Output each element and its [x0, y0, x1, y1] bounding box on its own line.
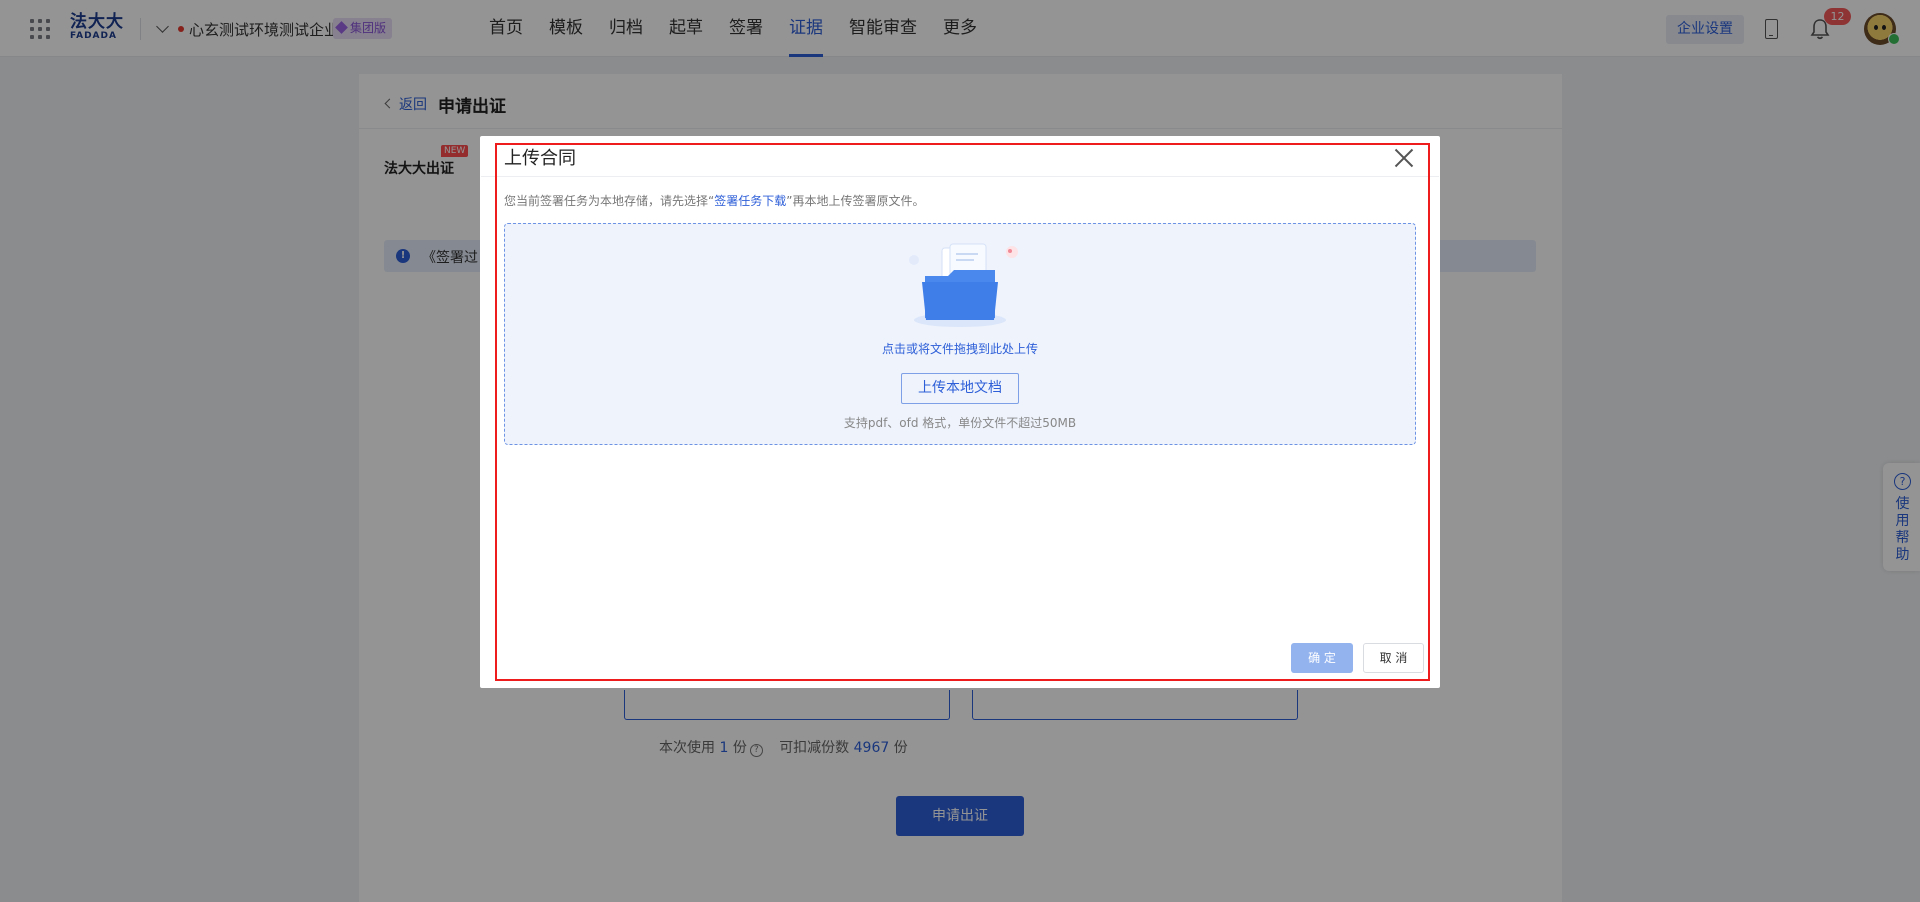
- sign-task-download-link[interactable]: 签署任务下载: [714, 194, 786, 208]
- modal-divider: [481, 176, 1439, 177]
- cancel-button[interactable]: 取 消: [1363, 643, 1424, 673]
- modal-hint: 您当前签署任务为本地存储，请先选择“签署任务下载”再本地上传签署原文件。: [504, 194, 925, 208]
- folder-upload-icon: [909, 243, 1018, 327]
- supported-formats-text: 支持pdf、ofd 格式，单份文件不超过50MB: [843, 416, 1077, 430]
- modal-title: 上传合同: [504, 148, 576, 169]
- upload-local-document-button[interactable]: 上传本地文档: [901, 373, 1019, 404]
- confirm-button[interactable]: 确 定: [1291, 643, 1353, 673]
- close-icon[interactable]: [1394, 148, 1414, 168]
- drop-instruction: 点击或将文件拖拽到此处上传: [881, 342, 1038, 356]
